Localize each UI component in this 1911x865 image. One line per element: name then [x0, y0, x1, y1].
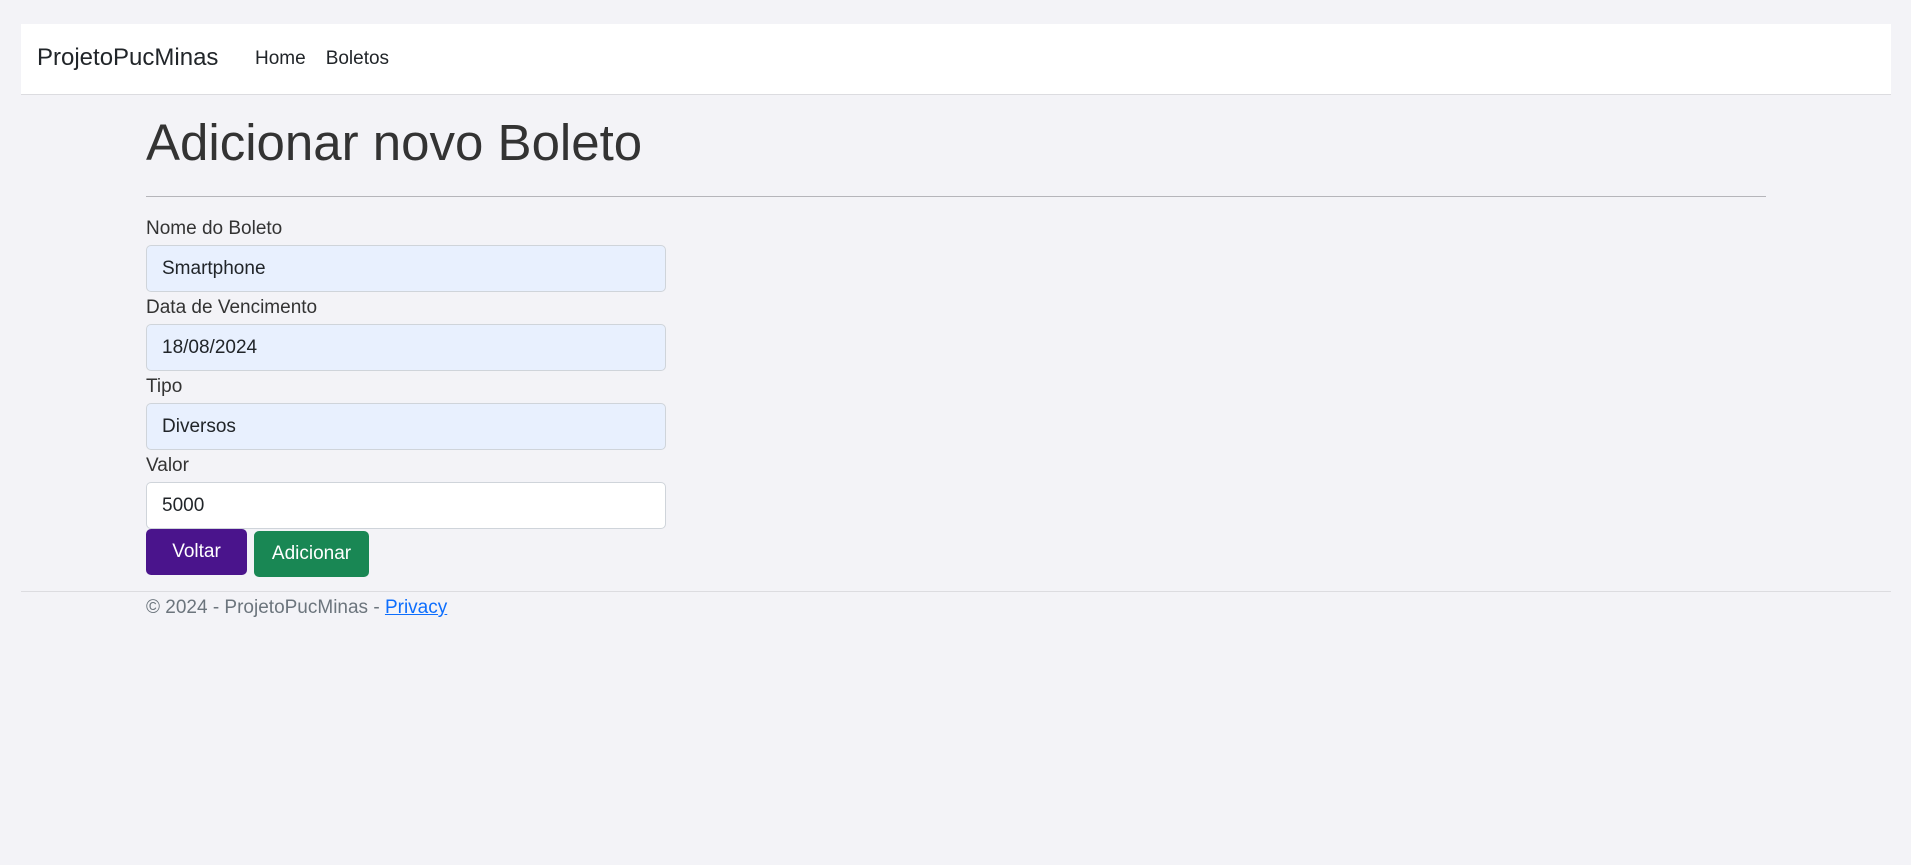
footer-text: © 2024 - ProjetoPucMinas - Privacy: [146, 597, 447, 619]
add-button[interactable]: Adicionar: [254, 531, 369, 577]
navbar-brand[interactable]: ProjetoPucMinas: [37, 44, 218, 72]
footer: © 2024 - ProjetoPucMinas - Privacy: [21, 591, 1891, 618]
valor-input[interactable]: [146, 482, 666, 529]
nome-boleto-input[interactable]: [146, 245, 666, 292]
back-button[interactable]: Voltar: [146, 529, 247, 575]
nav-link-home[interactable]: Home: [255, 48, 306, 70]
nav-links: Home Boletos: [255, 48, 389, 70]
navbar: ProjetoPucMinas Home Boletos: [21, 24, 1891, 95]
main-content: Adicionar novo Boleto Nome do Boleto Dat…: [146, 95, 1766, 577]
nav-link-boletos[interactable]: Boletos: [326, 48, 389, 70]
page-title: Adicionar novo Boleto: [146, 114, 643, 171]
data-vencimento-input[interactable]: [146, 324, 666, 371]
form-actions: Voltar Adicionar: [146, 529, 666, 577]
nome-boleto-label: Nome do Boleto: [146, 218, 283, 239]
valor-label: Valor: [146, 455, 189, 476]
data-vencimento-label: Data de Vencimento: [146, 297, 318, 318]
title-divider: [146, 196, 1766, 197]
privacy-link[interactable]: Privacy: [385, 597, 447, 618]
tipo-input[interactable]: [146, 403, 666, 450]
add-boleto-form: Nome do Boleto Data de Vencimento Tipo V…: [146, 218, 666, 577]
copyright-text: © 2024 - ProjetoPucMinas -: [146, 597, 385, 618]
tipo-label: Tipo: [146, 376, 183, 397]
page: ProjetoPucMinas Home Boletos Adicionar n…: [0, 0, 1911, 865]
